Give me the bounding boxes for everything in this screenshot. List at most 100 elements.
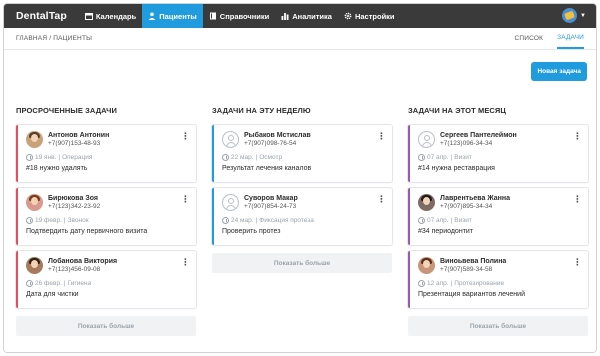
clock-icon [418,154,425,161]
patient-phone: +7(907)153-48-93 [48,139,101,147]
nav-item-label: Календарь [95,11,137,21]
view-tabs: СПИСОК ЗАДАЧИ [514,28,584,49]
nav-item-calendar[interactable]: Календарь [79,4,142,28]
nav-item-label: Аналитика [292,11,332,21]
column-title: ЗАДАЧИ НА ЭТОТ МЕСЯЦ [408,106,507,115]
task-card[interactable]: Лобанова Виктория +7(123)456-09-08 ⋮ 26 … [16,251,196,308]
task-type: Операция [62,154,93,161]
column-this-month: ЗАДАЧИ НА ЭТОТ МЕСЯЦ Сергеев Пантелеймон… [408,106,588,336]
column-title: ПРОСРОЧЕННЫЕ ЗАДАЧИ [16,106,117,115]
clock-icon [418,217,425,224]
column-title: ЗАДАЧИ НА ЭТУ НЕДЕЛЮ [212,106,311,115]
patient-phone: +7(907)854-24-73 [244,202,297,210]
nav-item-label: Настройки [354,11,395,21]
patient-name[interactable]: Сергеев Пантелеймон [440,132,517,140]
task-description: Проверить протез [222,228,281,235]
more-vertical-icon[interactable]: ⋮ [377,132,386,141]
task-card[interactable]: Рыбаков Мстислав +7(907)098-76-54 ⋮ 22 м… [212,125,392,182]
patient-phone: +7(907)895-34-34 [440,202,493,210]
task-description: Результат лечения каналов [222,165,312,172]
task-date: 12 апр. [427,280,449,287]
patient-avatar [418,257,435,274]
more-vertical-icon[interactable]: ⋮ [573,195,582,204]
patient-name[interactable]: Лобанова Виктория [48,258,117,266]
task-date: 24 мар. [231,217,254,224]
breadcrumb: ГЛАВНАЯ / ПАЦИЕНТЫ [16,35,93,42]
task-date: 19 февр. [35,217,62,224]
task-card[interactable]: Сергеев Пантелеймон +7(123)096-34-34 ⋮ 0… [408,125,588,182]
calendar-icon [84,13,93,20]
more-vertical-icon[interactable]: ⋮ [181,258,190,267]
patient-phone: +7(907)098-76-54 [244,139,297,147]
patient-phone: +7(123)096-34-34 [440,139,493,147]
patient-name[interactable]: Рыбаков Мстислав [244,132,311,140]
task-card[interactable]: Бирюкова Зоя +7(123)342-23-92 ⋮ 19 февр.… [16,188,196,245]
patient-avatar [26,257,43,274]
patient-avatar [26,131,43,148]
task-type: Протезирование [454,280,505,287]
tab-list[interactable]: СПИСОК [514,28,543,49]
task-type: Осмотр [259,154,283,161]
task-columns: ПРОСРОЧЕННЫЕ ЗАДАЧИ Антонов Антонин +7(9… [16,106,588,336]
task-date: 26 февр. [35,280,62,287]
task-description: #34 периодонтит [418,228,474,235]
tasks-board: Новая задача ПРОСРОЧЕННЫЕ ЗАДАЧИ Антонов… [4,50,596,352]
patient-name[interactable]: Бирюкова Зоя [48,195,100,203]
nav-item-references[interactable]: Справочники [203,4,275,28]
user-avatar[interactable] [562,8,578,23]
patient-phone: +7(123)456-09-08 [48,265,101,273]
more-vertical-icon[interactable]: ⋮ [181,132,190,141]
task-type: Визит [454,217,472,224]
user-menu[interactable]: ▼ [562,8,586,23]
brand-logo[interactable]: DentalTap [4,10,79,22]
tab-tasks[interactable]: ЗАДАЧИ [557,28,584,49]
column-this-week: ЗАДАЧИ НА ЭТУ НЕДЕЛЮ Рыбаков Мстислав +7… [212,106,392,336]
nav-item-label: Справочники [219,11,270,21]
patient-name[interactable]: Антонов Антонин [48,132,109,140]
more-vertical-icon[interactable]: ⋮ [573,132,582,141]
nav-item-label: Пациенты [159,11,197,21]
show-more-button[interactable]: Показать больше [408,316,588,336]
more-vertical-icon[interactable]: ⋮ [181,195,190,204]
main-nav: Календарь Пациенты Справочники Аналитика… [79,4,401,28]
task-type: Звонок [67,217,89,224]
show-more-button[interactable]: Показать больше [212,253,392,273]
chevron-down-icon[interactable]: ▼ [580,13,586,19]
task-card[interactable]: Суворов Макар +7(907)854-24-73 ⋮ 24 мар.… [212,188,392,245]
app-window: DentalTap Календарь Пациенты Справочники… [3,3,597,353]
nav-item-patients[interactable]: Пациенты [142,4,203,28]
column-overdue: ПРОСРОЧЕННЫЕ ЗАДАЧИ Антонов Антонин +7(9… [16,106,196,336]
patient-avatar-placeholder [222,194,239,211]
patient-phone: +7(907)589-34-58 [440,265,493,273]
show-more-button[interactable]: Показать больше [16,316,196,336]
patient-name[interactable]: Виноьвева Полина [440,258,506,266]
task-card[interactable]: Лаврентьева Жанна +7(907)895-34-34 ⋮ 07 … [408,188,588,245]
gear-icon [344,12,352,20]
task-date: 07 апр. [427,217,449,224]
task-card[interactable]: Виноьвева Полина +7(907)589-34-58 ⋮ 12 а… [408,251,588,308]
task-date: 07 апр. [427,154,449,161]
book-icon [209,12,216,20]
task-description: #14 нужна реставрация [418,165,495,172]
task-type: Визит [454,154,472,161]
patient-name[interactable]: Суворов Макар [244,195,298,203]
patient-avatar [26,194,43,211]
patient-avatar [418,194,435,211]
more-vertical-icon[interactable]: ⋮ [377,195,386,204]
task-card[interactable]: Антонов Антонин +7(907)153-48-93 ⋮ 19 ян… [16,125,196,182]
bar-chart-icon [281,13,289,20]
task-description: Дата для чистки [26,291,79,298]
clock-icon [222,154,229,161]
patient-name[interactable]: Лаврентьева Жанна [440,195,510,203]
task-description: Подтвердить дату первичного визита [26,228,148,235]
task-type: Фиксация протеза [259,217,314,224]
nav-item-analytics[interactable]: Аналитика [275,4,338,28]
task-type: Гигиена [67,280,92,287]
new-task-button[interactable]: Новая задача [531,62,587,81]
more-vertical-icon[interactable]: ⋮ [573,258,582,267]
nav-item-settings[interactable]: Настройки [338,4,401,28]
user-icon [149,12,156,20]
task-description: Презентация вариантов лечений [418,291,525,298]
clock-icon [418,280,425,287]
task-date: 19 янв. [35,154,57,161]
